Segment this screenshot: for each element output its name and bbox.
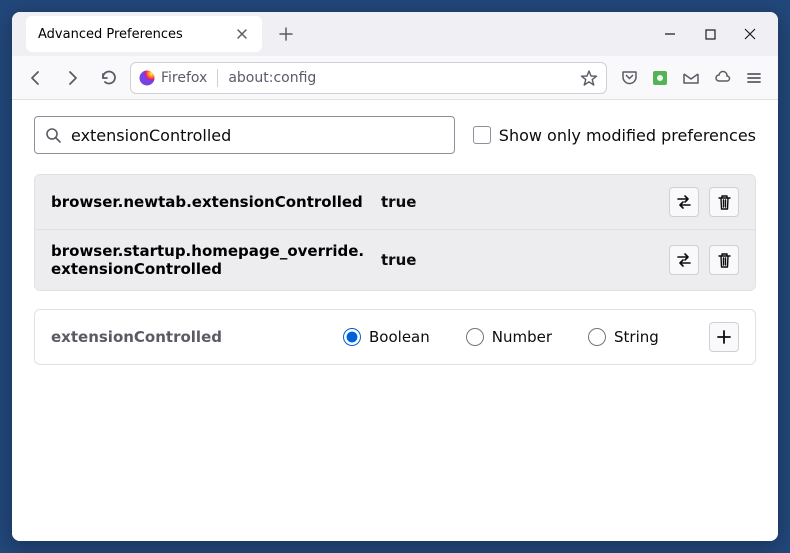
url-text: about:config — [228, 70, 316, 86]
close-tab-icon[interactable] — [234, 26, 250, 42]
search-row: extensionControlled Show only modified p… — [34, 116, 756, 154]
delete-button[interactable] — [709, 245, 739, 275]
add-pref-button[interactable] — [709, 322, 739, 352]
checkbox-icon — [473, 126, 491, 144]
search-input[interactable]: extensionControlled — [34, 116, 455, 154]
forward-button[interactable] — [58, 64, 86, 92]
titlebar: Advanced Preferences — [12, 12, 778, 56]
search-icon — [45, 127, 61, 143]
cloud-icon[interactable] — [714, 69, 732, 87]
extension-icon[interactable] — [652, 70, 668, 86]
pref-name: browser.newtab.extensionControlled — [51, 193, 369, 211]
new-pref-name: extensionControlled — [51, 328, 331, 346]
radio-label: Number — [492, 328, 552, 346]
browser-window: Advanced Preferences Firefox about:confi… — [12, 12, 778, 541]
radio-boolean[interactable]: Boolean — [343, 328, 430, 346]
radio-input[interactable] — [343, 328, 361, 346]
pref-row[interactable]: browser.newtab.extensionControlled true — [35, 175, 755, 229]
minimize-icon[interactable] — [664, 28, 676, 40]
site-identity[interactable]: Firefox — [139, 70, 207, 86]
search-value: extensionControlled — [71, 126, 231, 145]
radio-string[interactable]: String — [588, 328, 659, 346]
pref-row[interactable]: browser.startup.homepage_override.extens… — [35, 229, 755, 290]
pref-name: browser.startup.homepage_override.extens… — [51, 242, 369, 278]
checkbox-label: Show only modified preferences — [499, 126, 756, 145]
identity-label: Firefox — [161, 70, 207, 86]
pocket-icon[interactable] — [621, 69, 638, 86]
radio-number[interactable]: Number — [466, 328, 552, 346]
radio-input[interactable] — [588, 328, 606, 346]
toggle-button[interactable] — [669, 245, 699, 275]
new-pref-row: extensionControlled Boolean Number Strin… — [34, 309, 756, 365]
toolbar-right — [615, 69, 768, 87]
url-actions — [580, 69, 598, 87]
url-bar[interactable]: Firefox about:config — [130, 62, 607, 94]
delete-button[interactable] — [709, 187, 739, 217]
about-config-content: extensionControlled Show only modified p… — [12, 100, 778, 541]
pref-list: browser.newtab.extensionControlled true … — [34, 174, 756, 291]
tab-title: Advanced Preferences — [38, 27, 183, 42]
pref-actions — [669, 245, 739, 275]
radio-label: String — [614, 328, 659, 346]
firefox-logo-icon — [139, 70, 155, 86]
nav-toolbar: Firefox about:config — [12, 56, 778, 100]
reload-button[interactable] — [94, 64, 122, 92]
show-modified-checkbox[interactable]: Show only modified preferences — [473, 126, 756, 145]
mail-icon[interactable] — [682, 69, 700, 87]
type-radio-group: Boolean Number String — [343, 328, 697, 346]
close-window-icon[interactable] — [744, 28, 756, 40]
window-controls — [646, 28, 774, 40]
toggle-button[interactable] — [669, 187, 699, 217]
maximize-icon[interactable] — [704, 28, 716, 40]
pref-value: true — [381, 251, 657, 269]
pref-actions — [669, 187, 739, 217]
app-menu-icon[interactable] — [746, 70, 762, 86]
radio-input[interactable] — [466, 328, 484, 346]
pref-value: true — [381, 193, 657, 211]
bookmark-star-icon[interactable] — [580, 69, 598, 87]
tab-advanced-preferences[interactable]: Advanced Preferences — [26, 16, 262, 52]
divider — [217, 69, 218, 87]
radio-label: Boolean — [369, 328, 430, 346]
new-tab-button[interactable] — [272, 20, 300, 48]
back-button[interactable] — [22, 64, 50, 92]
